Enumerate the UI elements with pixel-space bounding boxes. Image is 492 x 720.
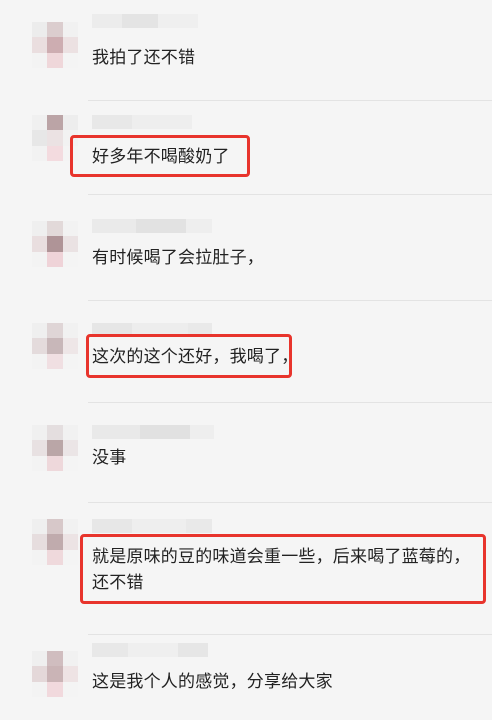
username-blurred [92, 219, 212, 233]
username-blurred [92, 519, 212, 533]
comment-text: 我拍了还不错 [92, 48, 196, 68]
username-blurred [92, 115, 192, 129]
avatar[interactable] [32, 519, 78, 565]
avatar[interactable] [32, 323, 78, 369]
highlight-box [80, 534, 486, 604]
comment-item: 有时候喝了会拉肚子， [0, 195, 492, 300]
comment-item: 好多年不喝酸奶了 [0, 101, 492, 196]
avatar[interactable] [32, 221, 78, 267]
comment-item: 这次的这个还好，我喝了， [0, 301, 492, 401]
avatar[interactable] [32, 425, 78, 471]
comment-text: 有时候喝了会拉肚子， [92, 248, 264, 268]
comment-text: 这是我个人的感觉，分享给大家 [92, 672, 333, 692]
comment-item: 没事 [0, 403, 492, 503]
comment-text: 没事 [92, 448, 127, 468]
highlight-box [86, 334, 292, 378]
comment-item: 这是我个人的感觉，分享给大家 [0, 635, 492, 720]
comment-item: 就是原味的豆的味道会重一些，后来喝了蓝莓的，还不错 [0, 503, 492, 633]
avatar[interactable] [32, 22, 78, 68]
highlight-box [70, 135, 250, 177]
comment-item: 我拍了还不错 [0, 0, 492, 98]
avatar[interactable] [32, 651, 78, 697]
username-blurred [92, 643, 208, 657]
username-blurred [92, 425, 214, 439]
username-blurred [92, 14, 198, 28]
